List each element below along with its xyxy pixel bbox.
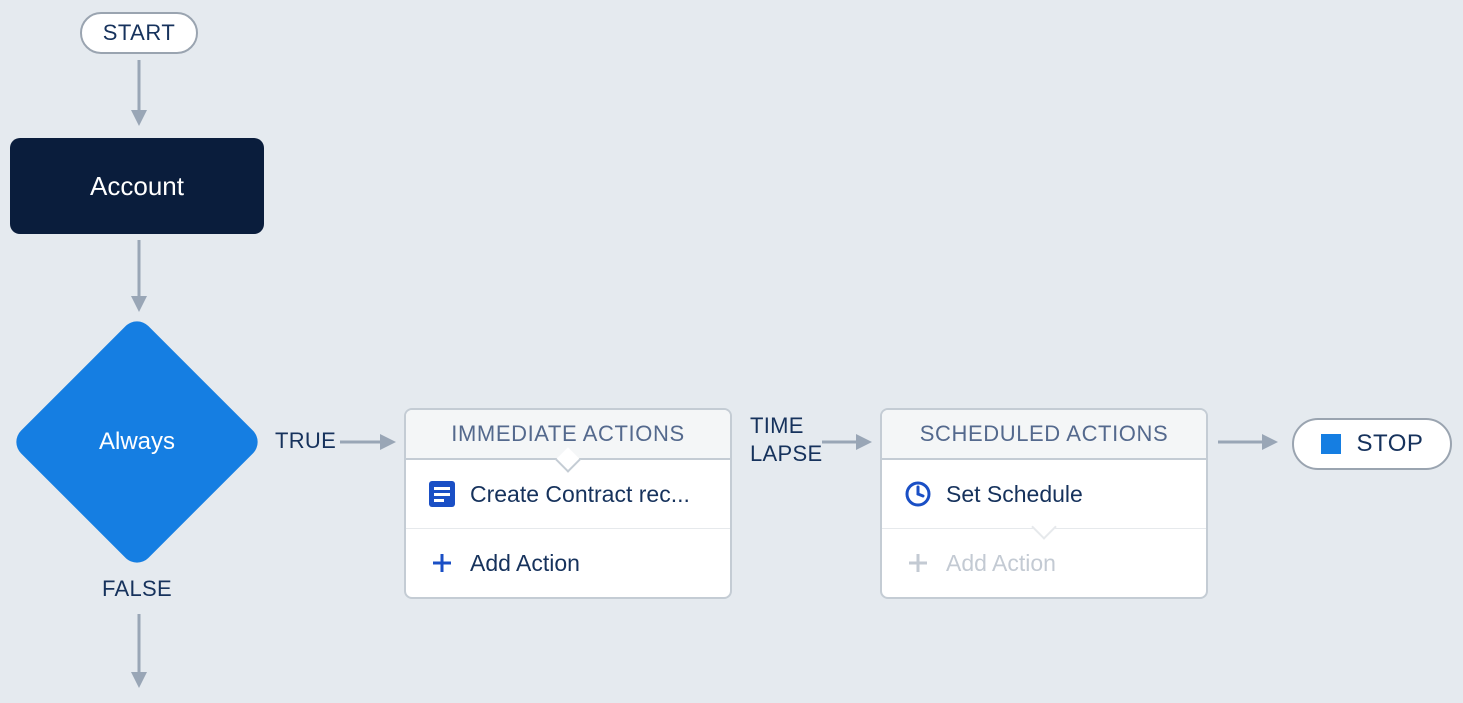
edge-label-true: TRUE xyxy=(275,428,336,454)
edge-label-false: FALSE xyxy=(102,576,172,602)
scheduled-actions-panel: SCHEDULED ACTIONS Set Schedule Add Actio… xyxy=(880,408,1208,599)
arrow-false-down xyxy=(129,614,149,694)
trigger-object-label: Account xyxy=(90,171,184,202)
plus-icon xyxy=(428,549,456,577)
immediate-add-action[interactable]: Add Action xyxy=(406,529,730,597)
immediate-add-action-label: Add Action xyxy=(470,550,580,577)
arrow-immediate-to-scheduled xyxy=(822,432,876,452)
arrow-start-to-object xyxy=(129,60,149,130)
immediate-actions-panel: IMMEDIATE ACTIONS Create Contract rec...… xyxy=(404,408,732,599)
start-label: START xyxy=(103,20,176,46)
trigger-object-node[interactable]: Account xyxy=(10,138,264,234)
arrow-scheduled-to-stop xyxy=(1218,432,1282,452)
stop-icon xyxy=(1321,434,1341,454)
arrow-object-to-decision xyxy=(129,240,149,318)
edge-label-timelapse: TIME LAPSE xyxy=(750,412,822,467)
stop-node[interactable]: STOP xyxy=(1292,418,1452,470)
scheduled-add-action-label: Add Action xyxy=(946,550,1056,577)
decision-node[interactable]: Always xyxy=(9,314,265,570)
action-create-contract-label: Create Contract rec... xyxy=(470,481,690,508)
start-node[interactable]: START xyxy=(80,12,198,54)
stop-label: STOP xyxy=(1357,430,1424,458)
record-icon xyxy=(428,480,456,508)
clock-icon xyxy=(904,480,932,508)
arrow-true-to-immediate xyxy=(340,432,400,452)
scheduled-actions-header: SCHEDULED ACTIONS xyxy=(882,410,1206,460)
plus-icon xyxy=(904,549,932,577)
set-schedule-label: Set Schedule xyxy=(946,481,1083,508)
immediate-actions-header: IMMEDIATE ACTIONS xyxy=(406,410,730,460)
